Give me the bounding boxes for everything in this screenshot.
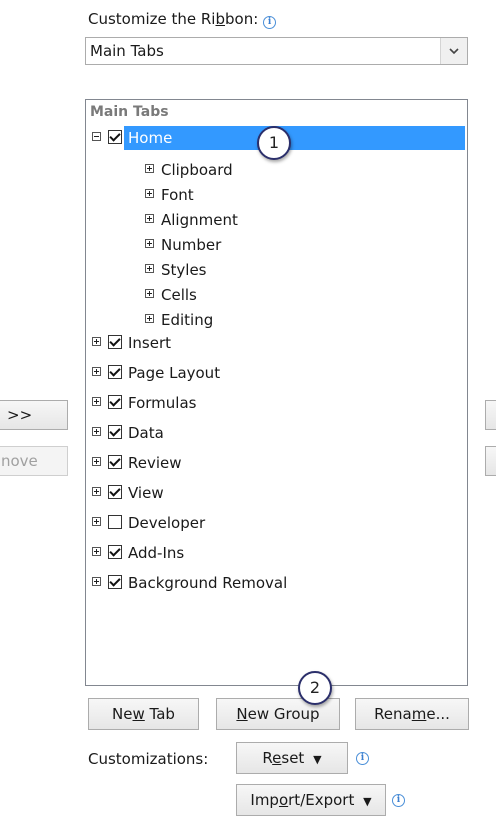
expand-icon[interactable] [145,314,154,323]
tree-item-label: Data [128,424,164,442]
expand-icon[interactable] [92,547,101,556]
ribbon-label: Customize the Ribbon: i [88,10,277,29]
add-button[interactable]: >> [0,400,68,430]
tree-item-label: Clipboard [161,161,233,179]
tree-item-label: Formulas [128,394,197,412]
tab-checkbox[interactable] [108,485,122,499]
tree-item-label: Developer [128,514,206,532]
import-export-button[interactable]: Import/Export ▼ [236,784,386,816]
tree-item-label: Background Removal [128,574,288,592]
tabs-tree[interactable]: Main Tabs Home Clipboard Font Alignment Num… [85,99,468,686]
new-tab-button[interactable]: New Tab [88,698,199,730]
tree-item-label: Styles [161,261,207,279]
tree-item-label: Page Layout [128,364,221,382]
ribbon-dropdown[interactable]: Main Tabs [85,37,468,65]
split-arrow-icon: ▼ [313,753,322,766]
tree-item-label: Alignment [161,211,238,229]
tab-checkbox[interactable] [108,365,122,379]
expand-icon[interactable] [92,487,101,496]
tab-checkbox[interactable] [108,335,122,349]
expand-icon[interactable] [92,397,101,406]
expand-icon[interactable] [92,457,101,466]
expand-icon[interactable] [92,337,101,346]
dropdown-arrow-button[interactable] [440,38,467,64]
tree-item-label: Font [161,186,194,204]
expand-icon[interactable] [92,427,101,436]
tab-checkbox[interactable] [108,545,122,559]
info-icon[interactable]: i [263,16,277,29]
tab-checkbox[interactable] [108,425,122,439]
tree-item-label: Insert [128,334,172,352]
expand-icon[interactable] [92,577,101,586]
expand-icon[interactable] [145,214,154,223]
tab-checkbox[interactable] [108,575,122,589]
expand-icon[interactable] [145,239,154,248]
callout-2: 2 [298,671,332,705]
remove-button[interactable]: nove [0,446,68,476]
chevron-down-icon [449,48,459,55]
home-selection [124,126,465,150]
tree-header: Main Tabs [90,104,169,120]
collapse-icon[interactable] [92,132,101,141]
move-down-button[interactable] [485,446,496,476]
expand-icon[interactable] [92,367,101,376]
move-up-button[interactable] [485,400,496,430]
expand-icon[interactable] [145,289,154,298]
tree-item-label: Number [161,236,222,254]
tree-item-label: Review [128,454,182,472]
callout-1: 1 [257,126,291,160]
tree-item-label: Cells [161,286,197,304]
expand-icon[interactable] [92,517,101,526]
customizations-label: Customizations: [88,750,209,768]
reset-info-icon[interactable]: i [356,752,369,765]
tree-item-label: View [128,484,164,502]
tab-checkbox[interactable] [108,395,122,409]
tab-checkbox[interactable] [108,455,122,469]
expand-icon[interactable] [145,189,154,198]
reset-button[interactable]: Reset ▼ [236,742,348,774]
split-arrow-icon: ▼ [363,795,372,808]
import-export-info-icon[interactable]: i [392,794,405,807]
home-checkbox[interactable] [108,130,122,144]
rename-button[interactable]: Rename... [355,698,469,730]
expand-icon[interactable] [145,164,154,173]
tree-item-label: Home [128,129,173,147]
expand-icon[interactable] [145,264,154,273]
tree-item-label: Add-Ins [128,544,185,562]
tab-checkbox[interactable] [108,515,122,529]
ribbon-dropdown-value: Main Tabs [90,42,164,60]
